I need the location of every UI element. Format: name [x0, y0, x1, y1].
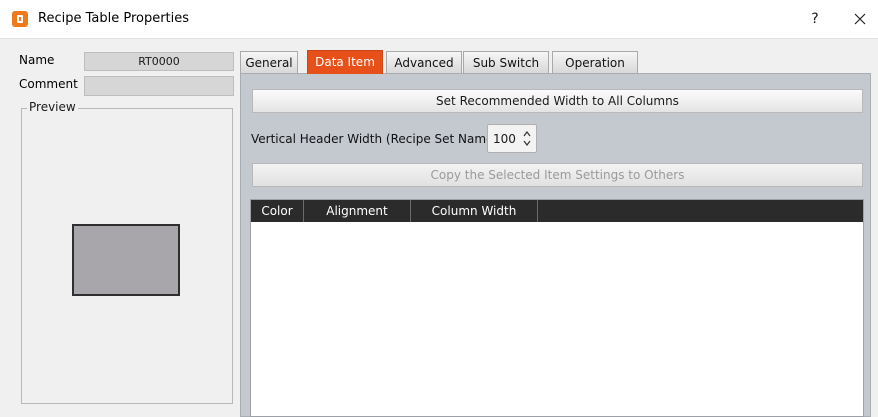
app-icon	[12, 11, 28, 27]
name-label: Name	[19, 53, 55, 67]
tab-data-item[interactable]: Data Item	[307, 50, 383, 74]
help-button[interactable]: ?	[803, 8, 827, 30]
spinner-value: 100	[493, 132, 516, 146]
preview-label: Preview	[27, 100, 78, 114]
tab-sub-switch[interactable]: Sub Switch	[463, 51, 549, 73]
window-title: Recipe Table Properties	[38, 11, 190, 26]
close-icon	[854, 13, 866, 25]
vertical-header-width-spinner[interactable]: 100	[487, 124, 537, 153]
table-header: Color Alignment Column Width	[251, 200, 863, 222]
chevron-down-icon[interactable]	[522, 139, 532, 147]
column-header-alignment[interactable]: Alignment	[304, 200, 411, 222]
tab-general[interactable]: General	[240, 51, 298, 73]
column-header-column-width[interactable]: Column Width	[411, 200, 538, 222]
tab-advanced[interactable]: Advanced	[386, 51, 462, 73]
set-recommended-width-button[interactable]: Set Recommended Width to All Columns	[252, 89, 863, 113]
title-bar: Recipe Table Properties ?	[0, 0, 878, 39]
name-field[interactable]: RT0000	[84, 52, 234, 71]
comment-label: Comment	[19, 77, 78, 91]
preview-table-thumbnail	[72, 224, 180, 296]
comment-field[interactable]	[84, 76, 234, 96]
tab-operation[interactable]: Operation	[552, 51, 638, 73]
column-header-color[interactable]: Color	[251, 200, 304, 222]
vertical-header-width-label: Vertical Header Width (Recipe Set Name):	[251, 132, 503, 146]
close-button[interactable]	[848, 8, 872, 30]
data-item-table[interactable]: Color Alignment Column Width	[250, 199, 864, 417]
chevron-up-icon[interactable]	[522, 130, 532, 138]
copy-settings-button[interactable]: Copy the Selected Item Settings to Other…	[252, 163, 863, 187]
